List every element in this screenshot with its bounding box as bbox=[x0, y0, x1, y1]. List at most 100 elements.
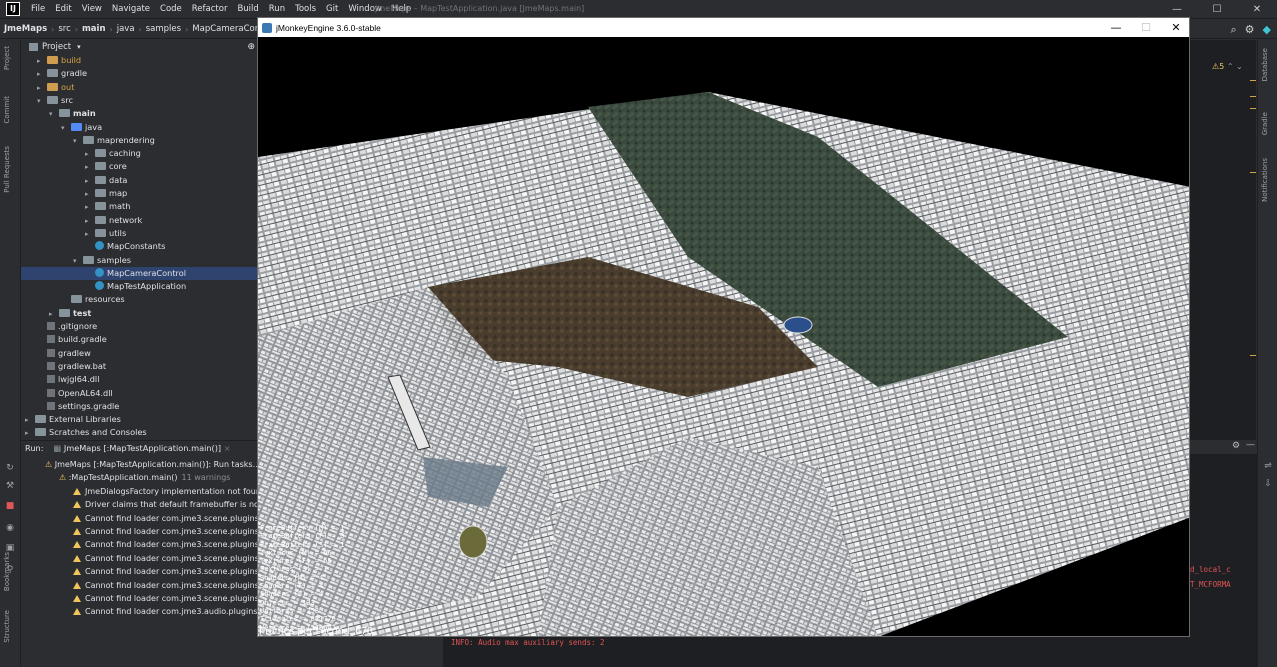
chevron-right-icon[interactable]: ▸ bbox=[37, 82, 47, 95]
run-warning-item[interactable]: Driver claims that default framebuffer i… bbox=[73, 498, 257, 511]
jme-close-icon[interactable]: ✕ bbox=[1161, 18, 1189, 37]
chevron-right-icon[interactable]: ▸ bbox=[85, 188, 95, 201]
chevron-right-icon[interactable]: ▸ bbox=[85, 175, 95, 188]
breadcrumb-src[interactable]: src bbox=[54, 24, 74, 34]
project-header-label[interactable]: Project bbox=[42, 42, 71, 52]
tab-database[interactable]: Database bbox=[1261, 48, 1269, 81]
stop-icon[interactable]: ■ bbox=[4, 500, 16, 512]
menu-edit[interactable]: Edit bbox=[50, 4, 76, 14]
tree-item-build-gradle[interactable]: build.gradle bbox=[21, 333, 257, 346]
tree-item-out[interactable]: ▸ out bbox=[21, 81, 257, 94]
breadcrumb-main[interactable]: main bbox=[78, 24, 110, 34]
gutter-marker[interactable] bbox=[1250, 96, 1256, 97]
tree-item-network[interactable]: ▸ network bbox=[21, 214, 257, 227]
tree-item-mapcameracontrol[interactable]: MapCameraControl bbox=[21, 266, 257, 280]
console-minimize-icon[interactable]: — bbox=[1246, 440, 1255, 450]
gutter-marker[interactable] bbox=[1250, 80, 1256, 81]
close-tab-icon[interactable]: × bbox=[224, 443, 231, 453]
chevron-right-icon[interactable]: ▸ bbox=[25, 427, 35, 440]
tree-item-data[interactable]: ▸ data bbox=[21, 174, 257, 187]
intellij-logo-icon[interactable]: IJ bbox=[6, 2, 20, 16]
tree-item-gradlew[interactable]: gradlew bbox=[21, 347, 257, 360]
jme-minimize-icon[interactable]: — bbox=[1101, 18, 1131, 37]
run-warning-item[interactable]: Cannot find loader com.jme3.scene.plugin… bbox=[73, 592, 257, 605]
tree-item-external-libraries[interactable]: ▸ External Libraries bbox=[21, 413, 257, 426]
tree-item-openal64-dll[interactable]: OpenAL64.dll bbox=[21, 387, 257, 400]
menu-file[interactable]: File bbox=[26, 4, 50, 14]
chevron-right-icon[interactable]: ▸ bbox=[85, 228, 95, 241]
tree-item-maptestapplication[interactable]: MapTestApplication bbox=[21, 280, 257, 293]
maximize-icon[interactable]: ☐ bbox=[1197, 0, 1237, 19]
tree-item-java[interactable]: ▾ java bbox=[21, 121, 257, 134]
chevron-down-icon[interactable]: ▾ bbox=[37, 95, 47, 108]
tree-item-gitignore[interactable]: .gitignore bbox=[21, 320, 257, 333]
chevron-right-icon[interactable]: ▸ bbox=[49, 308, 59, 321]
tab-pull-requests[interactable]: Pull Requests bbox=[3, 146, 11, 193]
chevron-right-icon[interactable]: ▸ bbox=[37, 55, 47, 68]
console-output[interactable]: ⚙ — d_local_c T_MCFORMA bbox=[1190, 440, 1257, 667]
run-task-item[interactable]: ⚠ :MapTestApplication.main() 11 warnings bbox=[59, 471, 230, 484]
tree-item-utils[interactable]: ▸ utils bbox=[21, 227, 257, 240]
tab-project[interactable]: Project bbox=[3, 46, 11, 70]
tree-item-gradle[interactable]: ▸ gradle bbox=[21, 67, 257, 80]
run-warning-item[interactable]: Cannot find loader com.jme3.scene.plugin… bbox=[73, 579, 257, 592]
tree-item-core[interactable]: ▸ core bbox=[21, 160, 257, 173]
tab-bookmarks[interactable]: Bookmarks bbox=[3, 552, 11, 591]
menu-git[interactable]: Git bbox=[321, 4, 343, 14]
console-gear-icon[interactable]: ⚙ bbox=[1232, 441, 1240, 451]
chevron-right-icon[interactable]: ▸ bbox=[25, 414, 35, 427]
chevron-right-icon[interactable]: ▸ bbox=[85, 148, 95, 161]
jme-titlebar[interactable]: jMonkeyEngine 3.6.0-stable — ☐ ✕ bbox=[258, 18, 1189, 37]
rerun-icon[interactable]: ↻ bbox=[4, 462, 16, 474]
gutter-marker[interactable] bbox=[1250, 355, 1256, 356]
run-warning-item[interactable]: Cannot find loader com.jme3.scene.plugin… bbox=[73, 565, 257, 578]
editor-area[interactable] bbox=[1190, 40, 1256, 440]
run-warning-item[interactable]: Cannot find loader com.jme3.scene.plugin… bbox=[73, 538, 257, 551]
menu-refactor[interactable]: Refactor bbox=[187, 4, 233, 14]
chevron-right-icon[interactable]: ▸ bbox=[37, 68, 47, 81]
chevron-right-icon[interactable]: ▸ bbox=[85, 215, 95, 228]
chevron-down-icon[interactable]: ▾ bbox=[73, 135, 83, 148]
tree-item-samples[interactable]: ▾ samples bbox=[21, 254, 257, 267]
menu-navigate[interactable]: Navigate bbox=[107, 4, 155, 14]
tree-item-caching[interactable]: ▸ caching bbox=[21, 147, 257, 160]
shield-icon[interactable]: ◆ bbox=[1263, 23, 1271, 36]
gutter-marker[interactable] bbox=[1250, 108, 1256, 109]
gear-icon[interactable]: ⚙ bbox=[1245, 23, 1255, 36]
gutter-marker[interactable] bbox=[1250, 172, 1256, 173]
wrench-icon[interactable]: ⚒ bbox=[4, 480, 16, 492]
run-warning-item[interactable]: Cannot find loader com.jme3.scene.plugin… bbox=[73, 512, 257, 525]
tree-item-math[interactable]: ▸ math bbox=[21, 200, 257, 213]
tree-item-lwjgl64-dll[interactable]: lwjgl64.dll bbox=[21, 373, 257, 386]
tab-commit[interactable]: Commit bbox=[3, 96, 11, 124]
chevron-down-icon[interactable]: ▾ bbox=[73, 255, 83, 268]
tab-gradle[interactable]: Gradle bbox=[1261, 112, 1269, 135]
menu-tools[interactable]: Tools bbox=[290, 4, 321, 14]
search-icon[interactable]: ⌕ bbox=[1230, 23, 1236, 37]
run-task-item[interactable]: ⚠ JmeMaps [:MapTestApplication.main()]: … bbox=[45, 458, 257, 471]
run-warning-item[interactable]: Cannot find loader com.jme3.scene.plugin… bbox=[73, 525, 257, 538]
chevron-right-icon[interactable]: ▸ bbox=[85, 201, 95, 214]
run-warning-item[interactable]: Cannot find loader com.jme3.audio.plugin… bbox=[73, 605, 257, 618]
tree-item-settings-gradle[interactable]: settings.gradle bbox=[21, 400, 257, 413]
tree-item-main[interactable]: ▾ main bbox=[21, 107, 257, 120]
tab-structure[interactable]: Structure bbox=[3, 610, 11, 643]
eye-icon[interactable]: ◉ bbox=[4, 522, 16, 534]
tree-item-mapconstants[interactable]: MapConstants bbox=[21, 240, 257, 253]
run-warning-item[interactable]: Cannot find loader com.jme3.scene.plugin… bbox=[73, 552, 257, 565]
tree-item-map[interactable]: ▸ map bbox=[21, 187, 257, 200]
chevron-right-icon[interactable]: ▸ bbox=[85, 161, 95, 174]
3d-map-viewport[interactable]: FrameBuffers (M) = 1 FrameBuffers (F) = … bbox=[258, 37, 1189, 636]
tree-item-src[interactable]: ▾ src bbox=[21, 94, 257, 107]
menu-code[interactable]: Code bbox=[155, 4, 187, 14]
scroll-end-icon[interactable]: ⇩ bbox=[1262, 478, 1274, 490]
breadcrumb-project[interactable]: JmeMaps bbox=[0, 24, 51, 34]
tree-item-build[interactable]: ▸ build bbox=[21, 54, 257, 67]
chevron-down-icon[interactable]: ▾ bbox=[49, 108, 59, 121]
tree-item-resources[interactable]: resources bbox=[21, 293, 257, 306]
run-warning-item[interactable]: JmeDialogsFactory implementation not fou… bbox=[73, 485, 257, 498]
menu-build[interactable]: Build bbox=[232, 4, 263, 14]
chevron-down-icon[interactable]: ▾ bbox=[77, 43, 81, 51]
tab-notifications[interactable]: Notifications bbox=[1261, 158, 1269, 202]
project-settings-icon[interactable]: ⊕ bbox=[247, 42, 255, 52]
